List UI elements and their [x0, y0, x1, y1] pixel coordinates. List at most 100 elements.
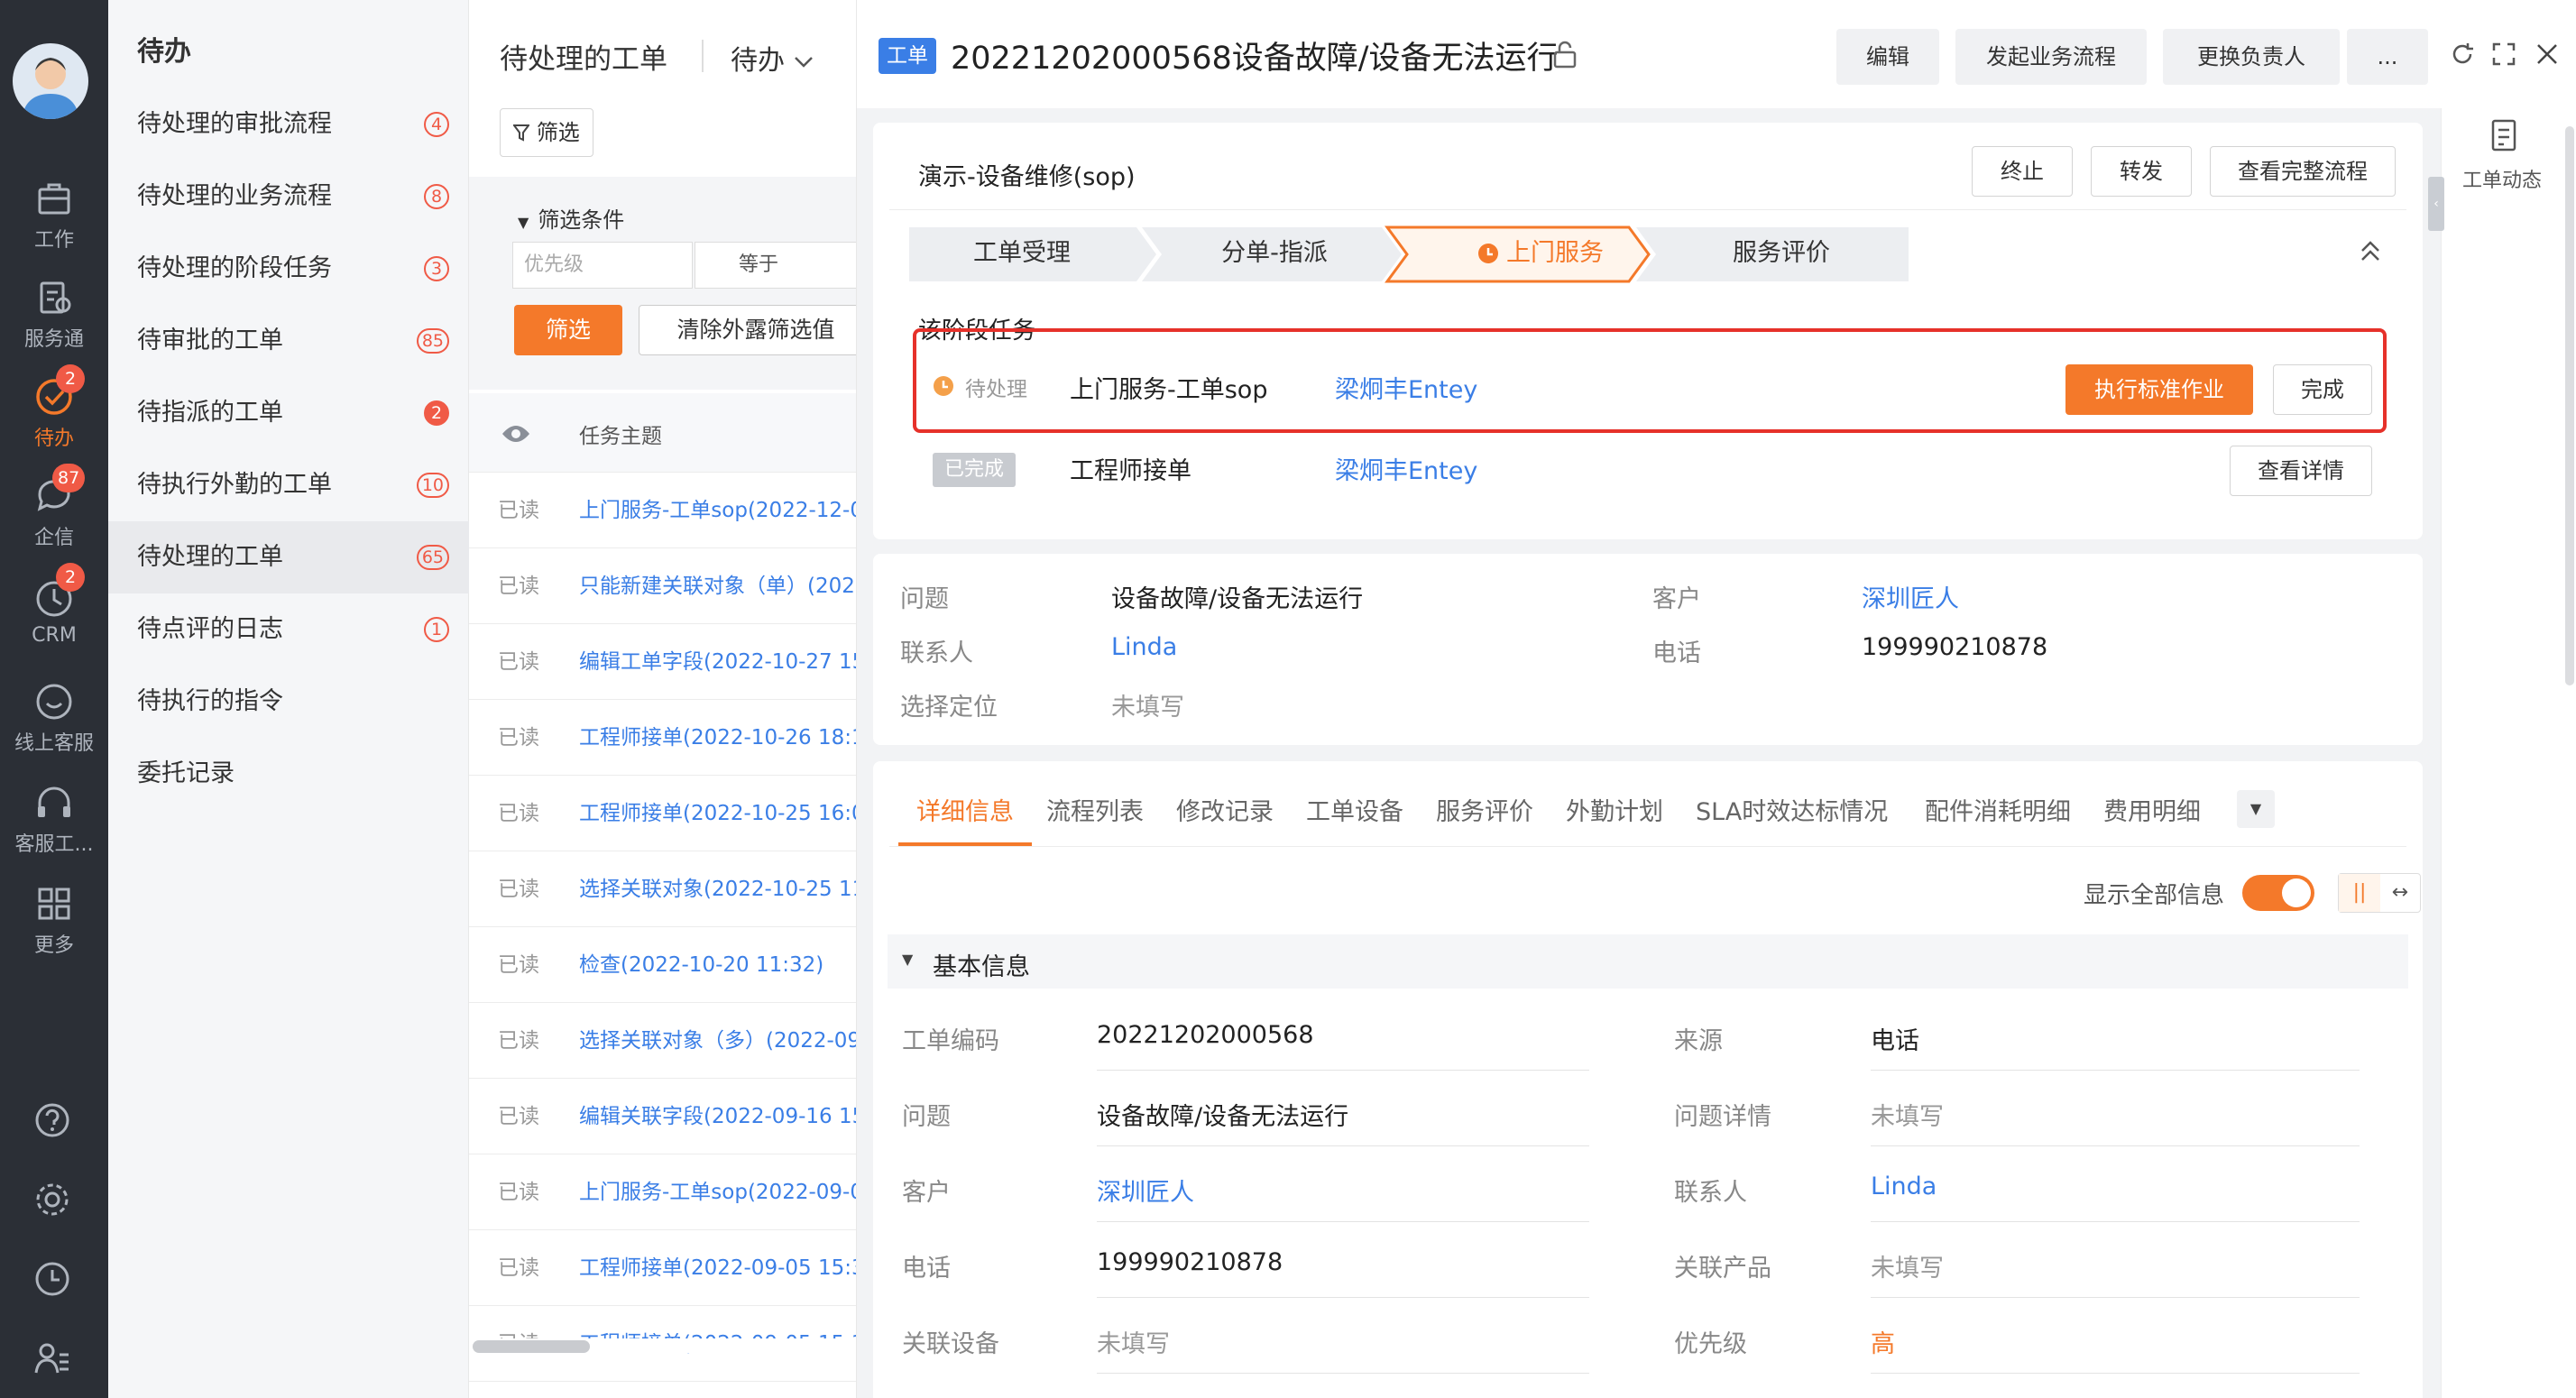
- dock-collapse-handle[interactable]: ‹: [2428, 177, 2444, 231]
- filter-button[interactable]: 筛选: [500, 108, 593, 157]
- menu-item[interactable]: 待点评的日志 1: [108, 593, 469, 666]
- menu-item[interactable]: 待执行的指令: [108, 666, 469, 738]
- field-value[interactable]: Linda: [1871, 1173, 1937, 1200]
- change-owner-button[interactable]: 更换负责人: [2163, 29, 2340, 85]
- menu-item[interactable]: 待指派的工单 2: [108, 377, 469, 449]
- view-detail-button[interactable]: 查看详情: [2230, 446, 2372, 496]
- dock-label[interactable]: 工单动态: [2462, 164, 2542, 193]
- table-row[interactable]: 已读 上门服务-工单sop(2022-09-0: [469, 1154, 856, 1230]
- layout-switch[interactable]: || ↔: [2338, 873, 2421, 913]
- execute-sop-button[interactable]: 执行标准作业: [2065, 364, 2253, 415]
- rail-item-todo[interactable]: 待办 2: [0, 364, 108, 469]
- task-owner[interactable]: 梁炯丰Entey: [1335, 451, 1477, 486]
- field-value[interactable]: 深圳匠人: [1097, 1173, 1194, 1208]
- row-title[interactable]: 选择关联对象（多）(2022-09: [579, 1003, 856, 1079]
- step-review[interactable]: 服务评价: [1669, 225, 1894, 281]
- tab-parts[interactable]: 配件消耗明细: [1925, 792, 2071, 827]
- collapse-up-icon[interactable]: [2360, 238, 2381, 263]
- menu-item[interactable]: 委托记录: [108, 738, 469, 810]
- complete-button[interactable]: 完成: [2273, 364, 2372, 415]
- table-row[interactable]: 已读 工程师接单(2022-10-26 18:15: [469, 700, 856, 776]
- document-activity-icon[interactable]: [2488, 117, 2524, 157]
- table-row[interactable]: 已读 选择关联对象（多）(2022-09: [469, 1003, 856, 1079]
- clear-filter-button[interactable]: 清除外露筛选值: [639, 305, 856, 355]
- tab-field-plan[interactable]: 外勤计划: [1566, 792, 1663, 827]
- row-title[interactable]: 检查(2022-10-20 11:32): [579, 927, 823, 1003]
- rail-item-crm[interactable]: CRM 2: [0, 563, 108, 671]
- tab-sla[interactable]: SLA时效达标情况: [1696, 792, 1888, 827]
- summary-value[interactable]: 深圳匠人: [1862, 579, 1959, 614]
- tab-flow-list[interactable]: 流程列表: [1046, 792, 1144, 827]
- table-row[interactable]: 已读 只能新建关联对象（单）(2022: [469, 548, 856, 624]
- task-owner[interactable]: 梁炯丰Entey: [1335, 370, 1477, 405]
- row-title[interactable]: 只能新建关联对象（单）(2022: [579, 548, 856, 624]
- menu-item[interactable]: 待处理的审批流程 4: [108, 88, 469, 161]
- avatar[interactable]: [13, 43, 88, 119]
- history-icon[interactable]: [32, 1259, 72, 1299]
- row-title[interactable]: 上门服务-工单sop(2022-09-0: [579, 1154, 856, 1230]
- menu-item[interactable]: 待处理的阶段任务 3: [108, 233, 469, 305]
- table-row[interactable]: 已读 检查(2022-10-20 11:32): [469, 927, 856, 1003]
- more-button[interactable]: ...: [2347, 29, 2428, 85]
- menu-item[interactable]: 待执行外勤的工单 10: [108, 449, 469, 521]
- menu-item[interactable]: 待处理的业务流程 8: [108, 161, 469, 233]
- two-column-icon[interactable]: ||: [2339, 874, 2380, 912]
- settings-icon[interactable]: [32, 1180, 72, 1219]
- menu-item-active[interactable]: 待处理的工单 65: [108, 521, 469, 593]
- step-onsite-active[interactable]: 上门服务: [1423, 225, 1658, 281]
- table-row[interactable]: 已读 编辑工单字段(2022-10-27 15: [469, 624, 856, 700]
- tab-costs[interactable]: 费用明细: [2103, 792, 2201, 827]
- row-title[interactable]: 编辑工单字段(2022-10-27 15: [579, 624, 856, 700]
- row-title[interactable]: 工程师接单(2022-10-26 18:15: [579, 700, 856, 776]
- table-row[interactable]: 已读 上门服务-工单sop(2022-12-02: [469, 473, 856, 548]
- rail-item-service[interactable]: 服务通: [0, 276, 108, 370]
- terminate-button[interactable]: 终止: [1972, 146, 2073, 197]
- v-scrollbar[interactable]: [2565, 126, 2574, 685]
- refresh-icon[interactable]: [2450, 41, 2475, 67]
- start-flow-button[interactable]: 发起业务流程: [1955, 29, 2147, 85]
- forward-button[interactable]: 转发: [2091, 146, 2192, 197]
- row-title[interactable]: 工程师接单(2022-10-25 16:07: [579, 776, 856, 851]
- summary-label: 电话: [1652, 639, 1701, 667]
- field-select[interactable]: 优先级: [512, 242, 693, 289]
- operator-select[interactable]: 等于: [695, 242, 856, 289]
- step-dispatch[interactable]: 分单-指派: [1162, 225, 1387, 281]
- show-all-toggle[interactable]: [2242, 875, 2314, 911]
- filter-cond-title[interactable]: ▼ 筛选条件: [518, 202, 624, 234]
- menu-item[interactable]: 待审批的工单 85: [108, 305, 469, 377]
- apply-filter-button[interactable]: 筛选: [514, 305, 622, 355]
- lock-icon[interactable]: [1551, 40, 1578, 69]
- tabs-more-caret-icon[interactable]: ▼: [2237, 790, 2275, 828]
- tab-change-log[interactable]: 修改记录: [1176, 792, 1274, 827]
- close-icon[interactable]: [2535, 41, 2560, 67]
- user-list-icon[interactable]: [32, 1338, 72, 1378]
- row-title[interactable]: 上门服务-工单sop(2022-12-02: [579, 473, 856, 548]
- rail-item-label: 工作: [33, 229, 74, 252]
- edit-button[interactable]: 编辑: [1836, 29, 1939, 85]
- section-header[interactable]: ▼ 基本信息: [888, 934, 2408, 989]
- tab-service-review[interactable]: 服务评价: [1436, 792, 1533, 827]
- scope-dropdown[interactable]: 待办: [731, 38, 814, 78]
- menu-item-label: 待处理的业务流程: [137, 182, 332, 210]
- rail-item-work[interactable]: 工作: [0, 177, 108, 271]
- step-accept[interactable]: 工单受理: [909, 225, 1135, 281]
- help-icon[interactable]: [32, 1100, 72, 1140]
- tab-devices[interactable]: 工单设备: [1306, 792, 1403, 827]
- table-row[interactable]: 已读 编辑关联字段(2022-09-16 15: [469, 1079, 856, 1154]
- rail-item-chat[interactable]: 企信 87: [0, 464, 108, 568]
- expand-width-icon[interactable]: ↔: [2380, 874, 2420, 912]
- fullscreen-icon[interactable]: [2491, 41, 2516, 67]
- rail-item-headset[interactable]: 客服工...: [0, 781, 108, 875]
- rail-item-online-service[interactable]: 线上客服: [0, 680, 108, 774]
- h-scrollbar[interactable]: [473, 1340, 590, 1353]
- rail-item-more[interactable]: 更多: [0, 882, 108, 976]
- table-row[interactable]: 已读 选择关联对象(2022-10-25 11:: [469, 851, 856, 927]
- table-row[interactable]: 已读 工程师接单(2022-09-05 15:35: [469, 1230, 856, 1306]
- tab-details[interactable]: 详细信息: [916, 792, 1014, 827]
- summary-value[interactable]: Linda: [1111, 633, 1177, 661]
- table-row[interactable]: 已读 工程师接单(2022-10-25 16:07: [469, 776, 856, 851]
- row-title[interactable]: 工程师接单(2022-09-05 15:35: [579, 1230, 856, 1306]
- row-title[interactable]: 选择关联对象(2022-10-25 11:: [579, 851, 856, 927]
- view-full-flow-button[interactable]: 查看完整流程: [2210, 146, 2396, 197]
- row-title[interactable]: 编辑关联字段(2022-09-16 15: [579, 1079, 856, 1154]
